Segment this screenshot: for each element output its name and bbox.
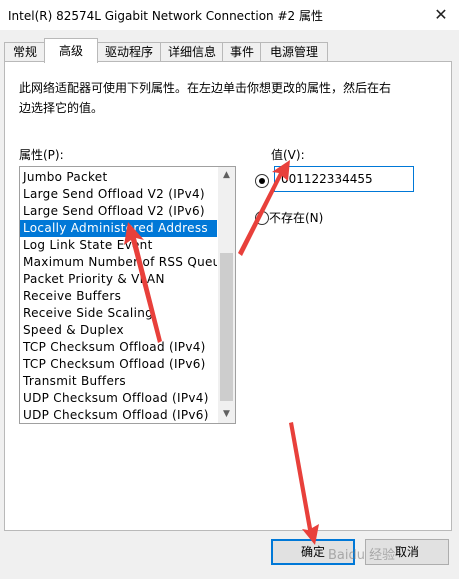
ok-button[interactable]: 确定 — [271, 539, 355, 565]
tab-advanced[interactable]: 高级 — [44, 38, 98, 63]
property-list-scrollbar[interactable]: ▲ ▼ — [218, 167, 235, 423]
not-present-radio[interactable] — [255, 211, 269, 225]
value-label: 值(V): — [271, 148, 305, 162]
property-list-item[interactable]: Jumbo Packet — [20, 169, 217, 186]
property-list-item[interactable]: UDP Checksum Offload (IPv6) — [20, 407, 217, 423]
property-list-item[interactable]: Locally Administered Address — [20, 220, 217, 237]
close-icon[interactable]: ✕ — [430, 4, 452, 26]
not-present-label: 不存在(N) — [269, 211, 324, 225]
property-list-item[interactable]: Log Link State Event — [20, 237, 217, 254]
scroll-up-icon[interactable]: ▲ — [218, 167, 235, 184]
value-radio[interactable] — [255, 174, 269, 188]
description-text: 此网络适配器可使用下列属性。在左边单击你想更改的属性，然后在右边选择它的值。 — [19, 81, 392, 115]
radio-selected-dot — [259, 178, 265, 184]
tab-power-management[interactable]: 电源管理 — [260, 42, 328, 62]
scroll-thumb[interactable] — [220, 253, 233, 401]
property-list-item[interactable]: Packet Priority & VLAN — [20, 271, 217, 288]
tab-strip: 常规 高级 驱动程序 详细信息 事件 电源管理 — [0, 38, 459, 63]
property-list-item[interactable]: Large Send Offload V2 (IPv6) — [20, 203, 217, 220]
title-bar: Intel(R) 82574L Gigabit Network Connecti… — [0, 0, 459, 30]
property-list-item[interactable]: Large Send Offload V2 (IPv4) — [20, 186, 217, 203]
property-list-item[interactable]: Maximum Number of RSS Queue — [20, 254, 217, 271]
window-title: Intel(R) 82574L Gigabit Network Connecti… — [8, 9, 323, 23]
tab-general[interactable]: 常规 — [4, 42, 46, 62]
tab-driver[interactable]: 驱动程序 — [96, 42, 162, 62]
property-list-item[interactable]: UDP Checksum Offload (IPv4) — [20, 390, 217, 407]
property-list-item[interactable]: TCP Checksum Offload (IPv6) — [20, 356, 217, 373]
tab-events[interactable]: 事件 — [222, 42, 262, 62]
property-list-item[interactable]: Transmit Buffers — [20, 373, 217, 390]
scroll-down-icon[interactable]: ▼ — [218, 406, 235, 423]
value-input[interactable] — [274, 166, 414, 192]
property-list-item[interactable]: Receive Buffers — [20, 288, 217, 305]
property-list: Jumbo Packet Large Send Offload V2 (IPv4)… — [20, 169, 217, 423]
advanced-panel: 此网络适配器可使用下列属性。在左边单击你想更改的属性，然后在右边选择它的值。 属… — [4, 61, 452, 531]
property-listbox[interactable]: Jumbo Packet Large Send Offload V2 (IPv4)… — [19, 166, 236, 424]
tab-details[interactable]: 详细信息 — [160, 42, 224, 62]
property-list-item[interactable]: TCP Checksum Offload (IPv4) — [20, 339, 217, 356]
property-label: 属性(P): — [19, 148, 64, 162]
property-list-item[interactable]: Receive Side Scaling — [20, 305, 217, 322]
property-list-item[interactable]: Speed & Duplex — [20, 322, 217, 339]
cancel-button[interactable]: 取消 — [365, 539, 449, 565]
